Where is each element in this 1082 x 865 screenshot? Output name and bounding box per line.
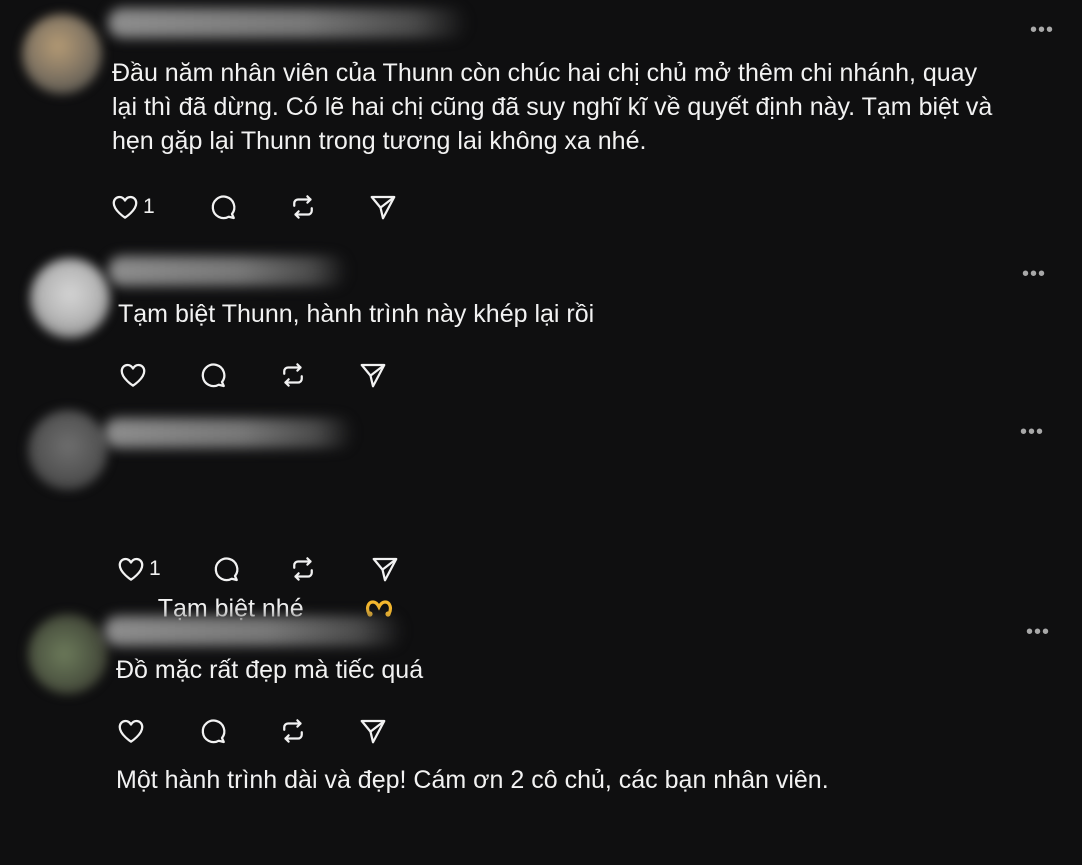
send-icon: [372, 557, 398, 582]
send-icon: [360, 363, 386, 388]
action-bar: [116, 713, 436, 749]
share-button[interactable]: [358, 357, 388, 393]
repost-button[interactable]: [278, 357, 308, 393]
comment-item: ••• Tạm biệt nhé Một hành trình dài và đ…: [0, 410, 1082, 794]
avatar[interactable]: [30, 258, 110, 338]
like-button[interactable]: 1: [110, 189, 155, 225]
repost-button[interactable]: [278, 713, 308, 749]
repost-button[interactable]: [288, 189, 318, 225]
comment-text: Đồ mặc rất đẹp mà tiếc quá: [116, 656, 424, 684]
comment-item: ••• Đồ mặc rất đẹp mà tiếc quá: [0, 610, 1082, 760]
heart-icon: [120, 363, 146, 387]
username[interactable]: [108, 256, 348, 286]
more-dots-icon: •••: [1022, 263, 1047, 285]
comment-bubble-icon: [201, 363, 226, 388]
more-options-button[interactable]: •••: [1030, 20, 1054, 40]
more-options-button[interactable]: •••: [1020, 422, 1044, 442]
more-dots-icon: •••: [1030, 19, 1055, 41]
heart-icon: [118, 719, 144, 743]
heart-icon: [112, 195, 138, 219]
comment-bubble-icon: [211, 195, 236, 220]
reply-button[interactable]: [208, 189, 238, 225]
more-options-button[interactable]: •••: [1022, 264, 1046, 284]
more-dots-icon: •••: [1020, 421, 1045, 443]
comment-item: ••• Tạm biệt Thunn, hành trình này khép …: [0, 250, 1082, 410]
username[interactable]: [104, 418, 354, 448]
username[interactable]: [108, 8, 468, 38]
reply-button[interactable]: [198, 713, 228, 749]
comment-bubble-icon: [201, 719, 226, 744]
share-button[interactable]: [370, 551, 400, 587]
like-count: 1: [149, 557, 161, 580]
comment-item: ••• Đầu năm nhân viên của Thunn còn chúc…: [0, 0, 1082, 250]
share-button[interactable]: [368, 189, 398, 225]
comment-text: Đầu năm nhân viên của Thunn còn chúc hai…: [112, 59, 993, 155]
repost-icon: [293, 195, 313, 219]
comment-bubble-icon: [214, 557, 239, 582]
like-button[interactable]: [116, 713, 149, 749]
action-bar: [118, 357, 438, 393]
repost-icon: [293, 557, 313, 581]
more-options-button[interactable]: •••: [1026, 622, 1050, 642]
heart-icon: [118, 557, 144, 581]
comment-text: Tạm biệt Thunn, hành trình này khép lại …: [118, 300, 595, 328]
like-button[interactable]: 1: [116, 551, 161, 587]
action-bar: 1: [110, 189, 430, 225]
repost-icon: [283, 363, 303, 387]
like-button[interactable]: [118, 357, 151, 393]
avatar[interactable]: [22, 14, 102, 94]
avatar[interactable]: [28, 410, 108, 490]
comment-text-line2: Một hành trình dài và đẹp! Cám ơn 2 cô c…: [116, 766, 829, 794]
send-icon: [370, 195, 396, 220]
more-dots-icon: •••: [1026, 621, 1051, 643]
send-icon: [360, 719, 386, 744]
share-button[interactable]: [358, 713, 388, 749]
reply-button[interactable]: [211, 551, 241, 587]
username[interactable]: [104, 616, 404, 646]
repost-button[interactable]: [288, 551, 318, 587]
repost-icon: [283, 719, 303, 743]
avatar[interactable]: [28, 614, 108, 694]
reply-button[interactable]: [198, 357, 228, 393]
action-bar: 1: [116, 551, 436, 587]
like-count: 1: [143, 195, 155, 218]
